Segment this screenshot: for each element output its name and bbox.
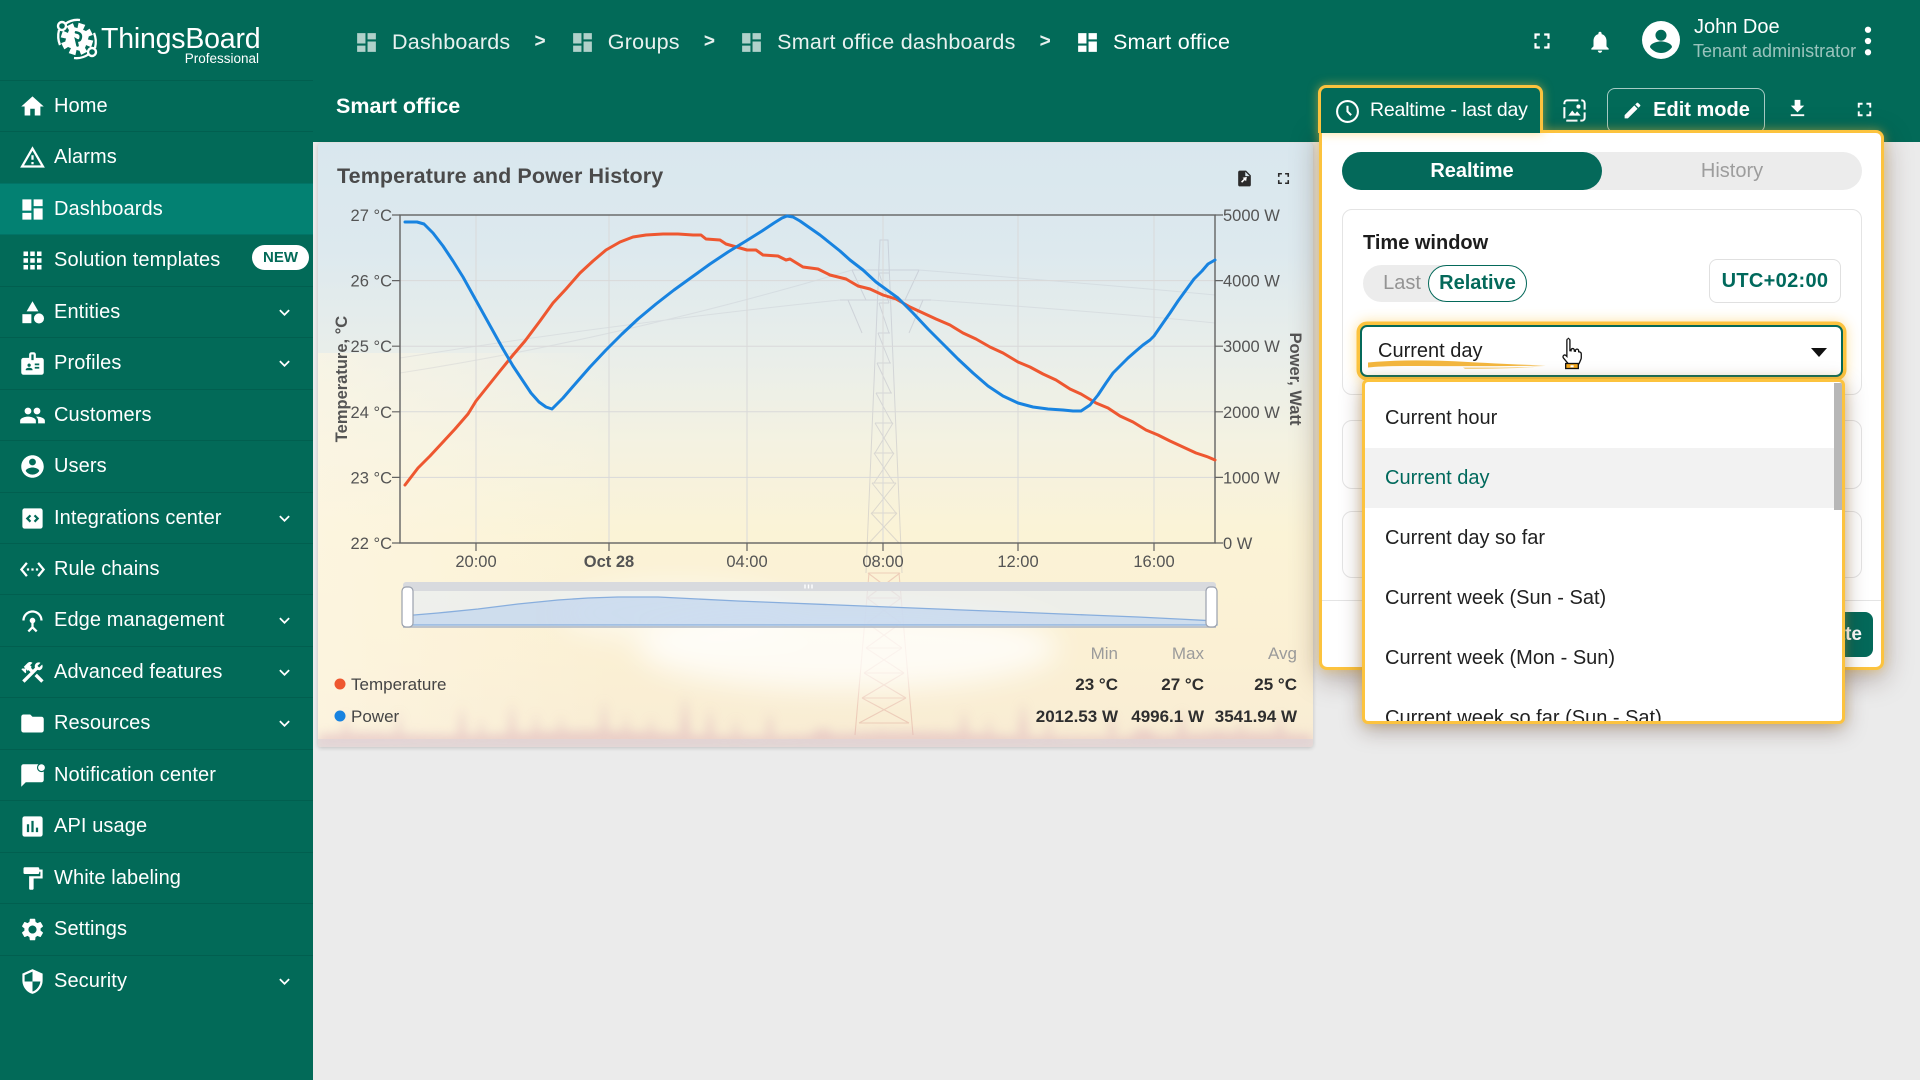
svg-text:12:00: 12:00 bbox=[997, 553, 1038, 571]
svg-text:3000 W: 3000 W bbox=[1223, 338, 1280, 356]
svg-text:0 W: 0 W bbox=[1223, 535, 1253, 553]
svg-text:Min: Min bbox=[1091, 644, 1118, 663]
svg-text:3541.94 W: 3541.94 W bbox=[1215, 707, 1298, 726]
svg-text:Temperature: Temperature bbox=[351, 675, 446, 694]
svg-text:08:00: 08:00 bbox=[862, 553, 903, 571]
svg-text:26 °C: 26 °C bbox=[351, 273, 393, 291]
svg-text:4996.1 W: 4996.1 W bbox=[1131, 707, 1205, 726]
svg-text:4000 W: 4000 W bbox=[1223, 273, 1280, 291]
svg-text:25 °C: 25 °C bbox=[351, 338, 393, 356]
svg-text:Power, Watt: Power, Watt bbox=[1286, 333, 1304, 426]
svg-text:24 °C: 24 °C bbox=[351, 404, 393, 422]
svg-text:25 °C: 25 °C bbox=[1254, 675, 1297, 694]
svg-text:27 °C: 27 °C bbox=[351, 207, 393, 225]
svg-text:1000 W: 1000 W bbox=[1223, 469, 1280, 487]
svg-text:Temperature, °C: Temperature, °C bbox=[333, 316, 351, 442]
svg-text:Avg: Avg bbox=[1268, 644, 1297, 663]
svg-text:22 °C: 22 °C bbox=[351, 535, 393, 553]
svg-text:16:00: 16:00 bbox=[1133, 553, 1174, 571]
svg-text:2000 W: 2000 W bbox=[1223, 404, 1280, 422]
svg-text:Oct 28: Oct 28 bbox=[584, 553, 634, 571]
svg-text:23 °C: 23 °C bbox=[351, 469, 393, 487]
svg-text:04:00: 04:00 bbox=[726, 553, 767, 571]
svg-text:Power: Power bbox=[351, 707, 400, 726]
svg-text:20:00: 20:00 bbox=[455, 553, 496, 571]
svg-text:2012.53 W: 2012.53 W bbox=[1036, 707, 1119, 726]
svg-text:27 °C: 27 °C bbox=[1161, 675, 1204, 694]
svg-text:5000 W: 5000 W bbox=[1223, 207, 1280, 225]
svg-text:23 °C: 23 °C bbox=[1075, 675, 1118, 694]
svg-text:Max: Max bbox=[1172, 644, 1205, 663]
